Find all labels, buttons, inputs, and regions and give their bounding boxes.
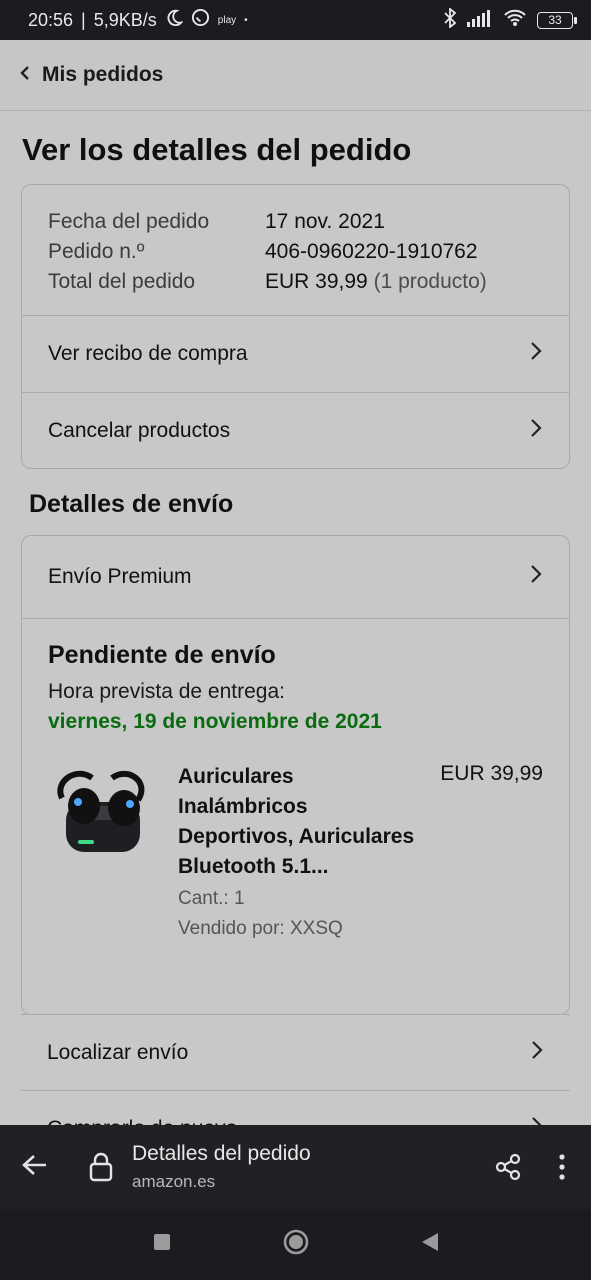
status-bar: 20:56 | 5,9KB/s play • 33 <box>0 0 591 40</box>
lock-icon[interactable] <box>70 1152 132 1182</box>
cancel-products-label: Cancelar productos <box>48 418 231 442</box>
shipment-status-title: Pendiente de envío <box>48 641 276 669</box>
system-nav-bar <box>0 1209 591 1280</box>
more-options-icon[interactable] <box>533 1153 591 1181</box>
order-total-row: Total del pedido EUR 39,99 (1 producto) <box>48 267 569 297</box>
shipping-method-label: Envío Premium <box>48 565 192 588</box>
shipping-method-link[interactable]: Envío Premium <box>22 536 569 619</box>
product-item[interactable]: Auriculares Inalámbricos Deportivos, Aur… <box>48 762 543 944</box>
back-to-orders-link[interactable]: Mis pedidos <box>0 40 591 111</box>
product-details: Auriculares Inalámbricos Deportivos, Aur… <box>178 762 428 944</box>
shipping-card: Envío Premium Pendiente de envío Hora pr… <box>21 535 570 1015</box>
whatsapp-icon <box>191 8 210 32</box>
home-icon[interactable] <box>282 1228 310 1261</box>
view-receipt-link[interactable]: Ver recibo de compra <box>22 316 569 392</box>
track-package-label: Localizar envío <box>47 1040 189 1064</box>
order-date-row: Fecha del pedido 17 nov. 2021 <box>48 207 569 237</box>
product-price: EUR 39,99 <box>440 762 543 785</box>
battery-icon: 33 <box>537 11 577 29</box>
cancel-products-link[interactable]: Cancelar productos <box>22 392 569 468</box>
chevron-right-icon <box>529 339 543 369</box>
product-quantity: Cant.: 1 <box>178 888 245 909</box>
order-item-count: (1 producto) <box>373 270 487 293</box>
order-number-value: 406-0960220-1910762 <box>265 240 478 263</box>
browser-page-title: Detalles del pedido <box>132 1142 311 1165</box>
browser-back-button[interactable] <box>0 1150 70 1184</box>
chevron-right-icon <box>529 416 543 446</box>
eta-date: viernes, 19 de noviembre de 2021 <box>48 710 382 733</box>
product-seller: Vendido por: XXSQ <box>178 918 343 939</box>
chevron-left-icon <box>20 64 30 87</box>
share-icon[interactable] <box>483 1153 533 1181</box>
view-receipt-label: Ver recibo de compra <box>48 342 248 365</box>
moon-icon <box>165 9 184 32</box>
clock: 20:56 <box>28 9 74 30</box>
bluetooth-icon <box>443 6 457 33</box>
eta-label: Hora prevista de entrega: <box>48 680 285 703</box>
battery-level: 33 <box>548 13 562 27</box>
order-total-value: EUR 39,99 <box>265 270 368 293</box>
shipping-section-title: Detalles de envío <box>29 490 234 518</box>
order-number-label: Pedido n.º <box>48 240 145 263</box>
order-total-label: Total del pedido <box>48 270 196 293</box>
chevron-right-icon <box>529 562 543 592</box>
order-info: Fecha del pedido 17 nov. 2021 Pedido n.º… <box>22 185 569 316</box>
browser-address[interactable]: Detalles del pedido amazon.es <box>132 1142 483 1192</box>
order-date-label: Fecha del pedido <box>48 210 210 233</box>
browser-domain: amazon.es <box>132 1172 216 1191</box>
network-speed: 5,9KB/s <box>93 9 157 30</box>
wifi-icon <box>503 9 527 32</box>
recents-icon[interactable] <box>152 1232 172 1257</box>
order-date-value: 17 nov. 2021 <box>265 210 385 233</box>
signal-icon <box>467 9 493 32</box>
order-summary-card: Fecha del pedido 17 nov. 2021 Pedido n.º… <box>21 184 570 469</box>
page-title: Ver los detalles del pedido <box>22 132 412 167</box>
track-package-link[interactable]: Localizar envío <box>21 1014 570 1090</box>
shipment-status: Pendiente de envío Hora prevista de entr… <box>22 619 569 944</box>
chevron-right-icon <box>530 1038 544 1068</box>
order-number-row: Pedido n.º 406-0960220-1910762 <box>48 237 569 267</box>
product-name[interactable]: Auriculares Inalámbricos Deportivos, Aur… <box>178 762 428 882</box>
product-image[interactable] <box>48 762 158 872</box>
back-link-label: Mis pedidos <box>42 63 164 86</box>
browser-bar: Detalles del pedido amazon.es <box>0 1125 591 1209</box>
play-label: play <box>217 14 237 26</box>
back-triangle-icon[interactable] <box>420 1231 440 1258</box>
